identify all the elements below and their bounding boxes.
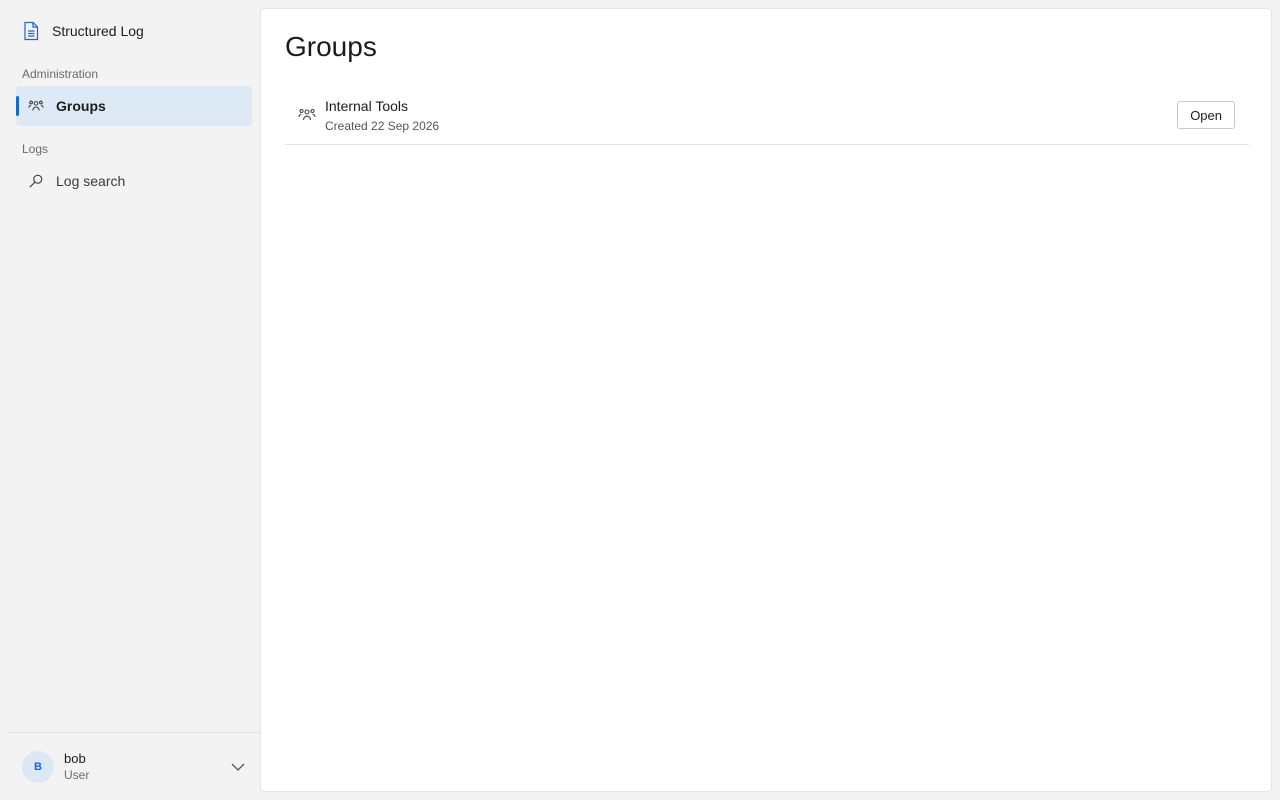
user-role: User [64, 768, 90, 782]
group-list: Internal Tools Created 22 Sep 2026 Open [285, 87, 1249, 145]
section-label-logs: Logs [22, 142, 49, 156]
chevron-down-icon[interactable] [230, 759, 246, 775]
sidebar: Structured Log Administration Groups Log… [0, 0, 260, 800]
group-name: Internal Tools [325, 98, 409, 114]
brand[interactable]: Structured Log [22, 20, 144, 42]
group-texts: Internal Tools Created 22 Sep 2026 [325, 97, 439, 134]
sidebar-item-label: Groups [56, 98, 106, 114]
section-label-administration: Administration [22, 67, 99, 81]
user-menu[interactable]: B bob User [8, 732, 260, 800]
sidebar-item-log-search[interactable]: Log search [16, 161, 252, 201]
group-created-date: Created 22 Sep 2026 [325, 119, 440, 133]
people-icon [28, 98, 44, 114]
list-item[interactable]: Internal Tools Created 22 Sep 2026 Open [285, 87, 1249, 145]
document-icon [22, 20, 40, 42]
search-icon [28, 173, 44, 189]
open-button[interactable]: Open [1177, 101, 1235, 129]
page-title: Groups [285, 31, 377, 62]
sidebar-item-groups[interactable]: Groups [16, 86, 252, 126]
people-icon [297, 107, 317, 123]
user-info: bob User [64, 751, 89, 782]
user-name: bob [64, 751, 86, 766]
app-title: Structured Log [52, 23, 144, 39]
main-content: Groups Internal Tools Created 22 Sep 202 [260, 8, 1272, 792]
app-shell: Structured Log Administration Groups Log… [0, 0, 1280, 800]
avatar: B [22, 750, 54, 783]
sidebar-item-label: Log search [56, 173, 126, 189]
